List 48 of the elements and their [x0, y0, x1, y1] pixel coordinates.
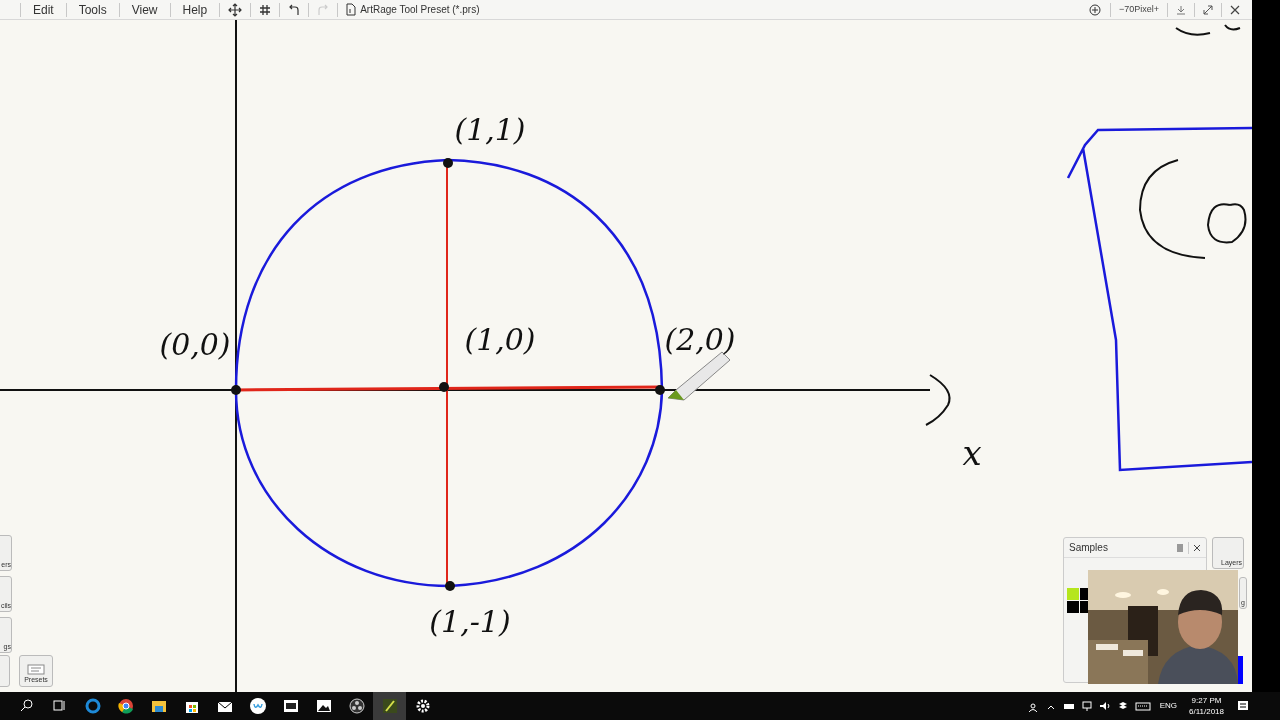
photos-icon[interactable] — [314, 697, 333, 715]
recorder-icon[interactable] — [347, 697, 366, 715]
menu-item[interactable]: View — [127, 0, 162, 19]
people-icon[interactable] — [1026, 700, 1039, 712]
document-icon — [346, 3, 357, 16]
handwritten-label: x — [962, 433, 982, 473]
handwritten-label: (2,0) — [664, 322, 736, 357]
point-dot — [445, 581, 455, 591]
undo-icon[interactable] — [288, 3, 301, 16]
speaker-icon[interactable] — [1098, 700, 1111, 712]
clock-time[interactable]: 9:27 PM — [1191, 695, 1222, 706]
keyboard-icon[interactable] — [1134, 700, 1151, 712]
point-dot — [439, 382, 449, 392]
point-dot — [655, 385, 665, 395]
move-icon[interactable] — [228, 2, 243, 17]
handwritten-label: (1,0) — [464, 322, 536, 357]
pin-icon[interactable] — [1176, 542, 1184, 553]
folder-icon — [27, 662, 45, 675]
color-swatch[interactable] — [1080, 588, 1088, 600]
point-dot — [443, 158, 453, 168]
notification-icon[interactable] — [1236, 699, 1250, 713]
handwritten-label: (1,-1) — [429, 604, 511, 639]
browser-icon[interactable] — [116, 697, 135, 715]
zoom-control[interactable]: −70Pixel+ — [1118, 2, 1159, 17]
color-swatch[interactable] — [1080, 601, 1088, 613]
color-swatch[interactable] — [1067, 601, 1079, 613]
download-icon[interactable] — [1176, 4, 1186, 15]
bracket-stroke — [925, 374, 951, 426]
grid-icon[interactable] — [259, 3, 272, 16]
archive-icon[interactable] — [281, 697, 300, 715]
app-icon[interactable] — [248, 697, 267, 715]
paint-app-icon[interactable] — [380, 697, 399, 715]
expand-icon[interactable] — [1203, 4, 1213, 15]
close-icon[interactable] — [1230, 4, 1240, 15]
point-dot — [231, 385, 241, 395]
close-icon[interactable] — [1193, 543, 1201, 552]
network-icon[interactable] — [1080, 700, 1093, 712]
menu-item[interactable]: Help — [178, 0, 212, 19]
color-swatch[interactable] — [1067, 588, 1079, 600]
panel-title: Samples — [1069, 541, 1109, 555]
menu-item[interactable]: Edit — [29, 0, 58, 19]
document-title: ArtRage Tool Preset (*.prs) — [360, 3, 480, 17]
zoom-icon[interactable] — [1087, 2, 1102, 17]
handwritten-label: (1,1) — [454, 112, 526, 147]
menu-item[interactable]: Tools — [74, 0, 111, 19]
clock-date[interactable]: 6/11/2018 — [1189, 706, 1224, 717]
language-indicator[interactable]: ENG — [1159, 700, 1177, 712]
handwritten-label: (0,0) — [159, 327, 231, 362]
